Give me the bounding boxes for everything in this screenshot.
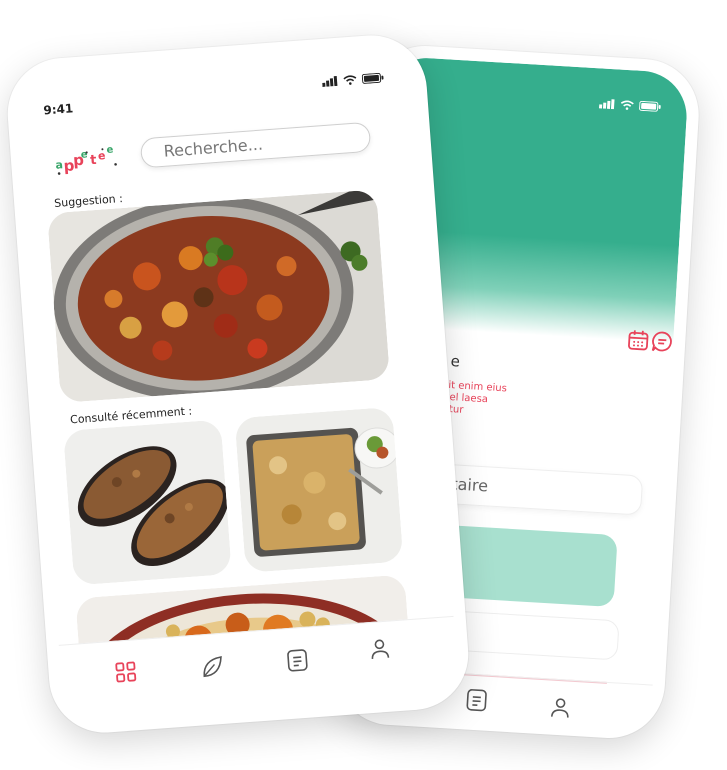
recipe-title: e (450, 352, 461, 371)
lasagna-dish (234, 406, 404, 573)
stuffed-eggplant (62, 419, 232, 586)
svg-text:e: e (80, 149, 88, 160)
recent-recipe-image[interactable] (234, 406, 404, 573)
status-bar (322, 72, 385, 88)
ratatouille-pan (47, 189, 391, 404)
document-icon[interactable] (465, 688, 488, 713)
comment-icon[interactable] (651, 330, 674, 353)
user-icon[interactable] (369, 638, 391, 661)
recent-recipe-image[interactable] (62, 419, 232, 586)
signal-icon (322, 75, 338, 88)
signal-icon (598, 99, 615, 110)
battery-icon (361, 72, 384, 84)
suggestion-recipe-image[interactable] (47, 189, 391, 404)
recipe-description: rit enim eius vel laesa atur (442, 380, 564, 423)
leaf-icon[interactable] (200, 654, 226, 680)
search-placeholder: Recherche... (163, 134, 264, 161)
svg-text:a: a (55, 158, 63, 172)
svg-text:e: e (97, 149, 105, 163)
front-phone: 9:41 a p p e t e e Recherche... Suggesti… (3, 31, 473, 737)
svg-text:e: e (106, 145, 114, 156)
document-icon[interactable] (286, 648, 310, 674)
status-time: 9:41 (42, 101, 74, 118)
wifi-icon (620, 100, 634, 110)
user-icon[interactable] (550, 697, 571, 720)
wifi-icon (343, 75, 357, 85)
calendar-icon[interactable] (627, 328, 650, 351)
grid-icon[interactable] (114, 660, 138, 684)
search-input[interactable]: Recherche... (139, 121, 372, 169)
front-phone-screen: 9:41 a p p e t e e Recherche... Suggesti… (16, 44, 460, 724)
battery-icon (639, 100, 661, 112)
suggestion-label: Suggestion : (53, 191, 124, 210)
svg-text:t: t (90, 153, 97, 168)
appetee-logo: a p p e t e e (55, 145, 117, 175)
